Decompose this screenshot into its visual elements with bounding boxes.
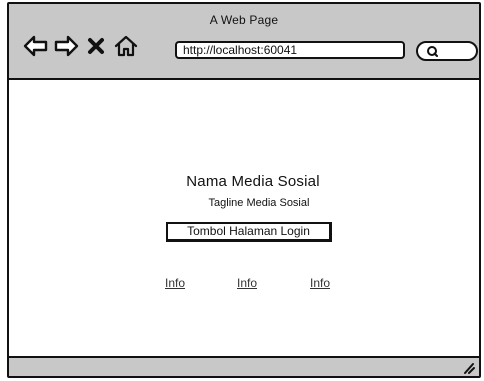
- search-icon: [427, 46, 438, 57]
- page-content: Nama Media Sosial Tagline Media Sosial T…: [9, 80, 479, 358]
- resize-grip-icon: [464, 363, 475, 374]
- arrow-left-icon: [23, 35, 48, 57]
- arrow-right-icon: [54, 35, 79, 57]
- info-link-2[interactable]: Info: [237, 276, 257, 290]
- search-box[interactable]: [416, 41, 478, 61]
- home-button[interactable]: [113, 33, 139, 59]
- home-icon: [114, 35, 138, 57]
- close-icon: [88, 38, 104, 54]
- back-button[interactable]: [23, 33, 49, 59]
- window-title: A Web Page: [209, 13, 279, 27]
- info-link-3[interactable]: Info: [310, 276, 330, 290]
- app-name: Nama Media Sosial: [186, 173, 320, 190]
- login-page-button[interactable]: Tombol Halaman Login: [166, 222, 332, 242]
- browser-chrome: A Web Page http://localhost:60041: [9, 4, 479, 80]
- tagline: Tagline Media Sosial: [208, 197, 310, 209]
- resize-grip[interactable]: [461, 360, 475, 374]
- status-bar: [9, 356, 479, 376]
- forward-button[interactable]: [53, 33, 79, 59]
- info-link-1[interactable]: Info: [165, 276, 185, 290]
- stop-button[interactable]: [83, 33, 109, 59]
- browser-window: A Web Page http://localhost:60041 Nama M…: [7, 2, 481, 378]
- navigation-buttons: [23, 32, 139, 60]
- url-bar[interactable]: http://localhost:60041: [175, 41, 405, 59]
